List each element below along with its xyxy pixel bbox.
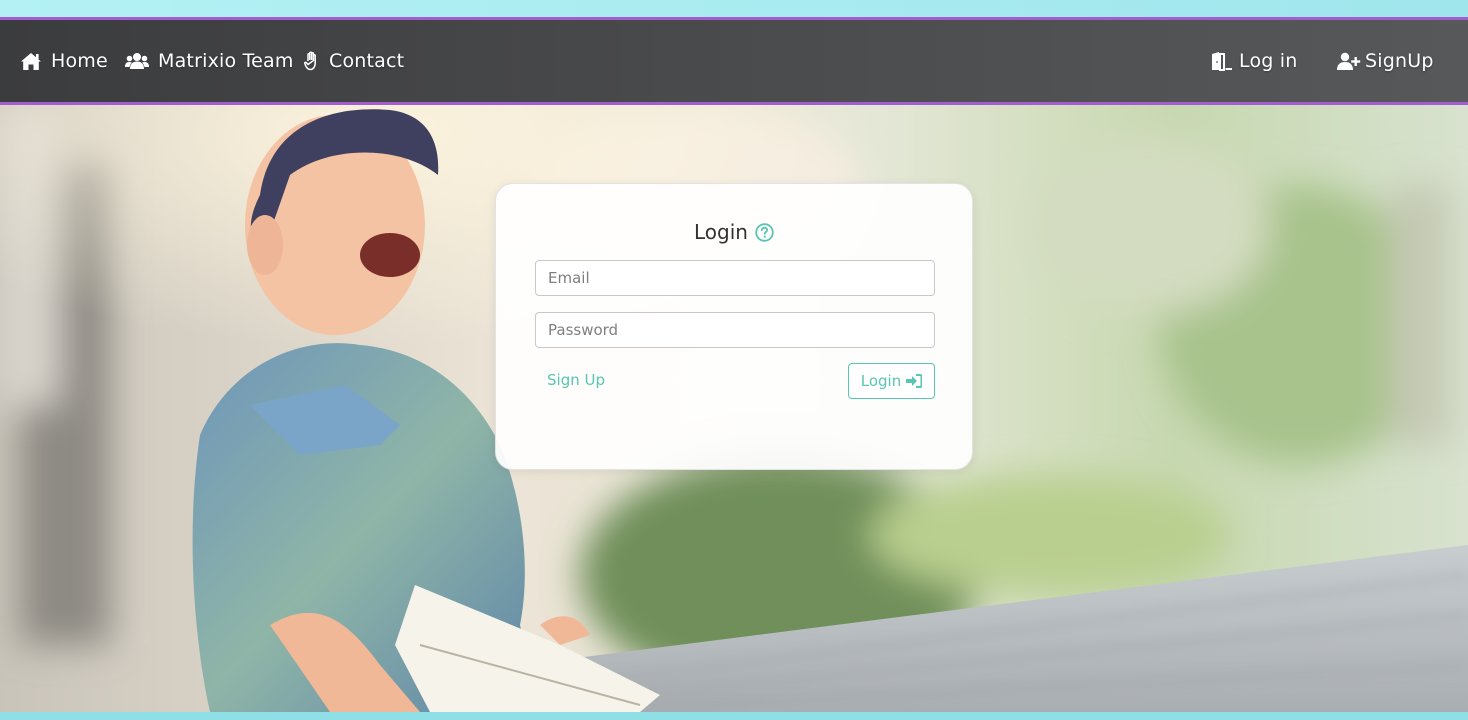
top-accent-strip — [0, 0, 1468, 17]
nav-signup-label: SignUp — [1365, 50, 1434, 72]
nav-home-link[interactable]: Home — [20, 20, 108, 102]
hand-icon — [304, 51, 320, 71]
login-card: Login Sign Up Login — [495, 183, 973, 470]
nav-team-label: Matrixio Team — [158, 50, 294, 72]
home-icon — [20, 52, 42, 71]
sign-in-icon — [906, 374, 923, 388]
nav-login-link[interactable]: Log in — [1211, 20, 1298, 102]
user-plus-icon — [1337, 52, 1361, 71]
login-button[interactable]: Login — [848, 363, 935, 399]
nav-contact-label: Contact — [329, 50, 405, 72]
door-icon — [1211, 51, 1233, 71]
users-icon — [125, 52, 149, 70]
login-button-label: Login — [860, 372, 902, 390]
login-title-text: Login — [694, 220, 748, 244]
login-card-title: Login — [496, 220, 972, 244]
nav-team-link[interactable]: Matrixio Team — [125, 20, 294, 102]
nav-contact-link[interactable]: Contact — [304, 20, 404, 102]
bottom-accent-strip — [0, 712, 1468, 720]
nav-signup-link[interactable]: SignUp — [1337, 20, 1434, 102]
nav-login-label: Log in — [1239, 50, 1298, 72]
signup-link[interactable]: Sign Up — [547, 371, 605, 389]
nav-home-label: Home — [51, 50, 108, 72]
question-circle-icon[interactable] — [755, 222, 774, 242]
password-field[interactable] — [535, 312, 935, 348]
navbar: Home Matrixio Team Contact Log in SignUp — [0, 17, 1468, 107]
email-field[interactable] — [535, 260, 935, 296]
